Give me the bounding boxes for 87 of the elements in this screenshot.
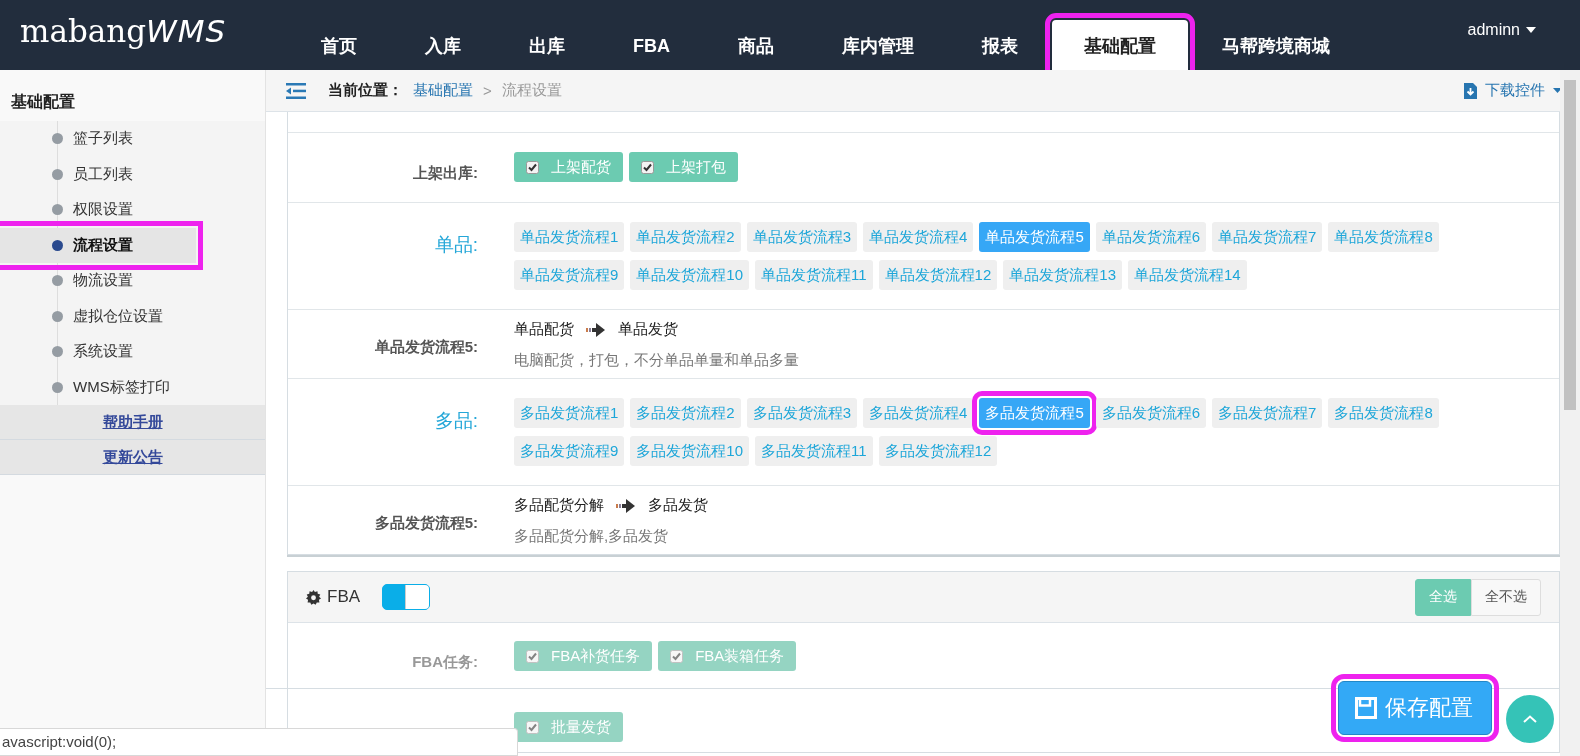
status-bar-url: avascript:void(0); — [0, 728, 518, 756]
flow-option[interactable]: 单品发货流程1 — [514, 222, 625, 252]
flow-description: 多品配货分解,多品发货 — [514, 527, 670, 546]
row-label: 多品发货流程5: — [373, 513, 478, 533]
select-button[interactable]: 全选 — [1415, 578, 1471, 616]
caret-icon — [1526, 27, 1536, 33]
sidebar-item[interactable]: 物流设置 — [0, 263, 265, 299]
flow-option[interactable]: 单品发货流程14 — [1128, 260, 1247, 290]
flow-option[interactable]: 多品发货流程7 — [1212, 398, 1323, 428]
checkbox-option[interactable]: FBA装箱任务 — [658, 641, 797, 671]
checkbox-option[interactable]: 批量发货 — [514, 712, 623, 742]
checkbox[interactable] — [641, 160, 654, 174]
caret-icon — [1553, 88, 1562, 93]
gear-icon — [306, 589, 321, 605]
flow-option[interactable]: 多品发货流程10 — [630, 436, 750, 466]
sidebar-item[interactable]: 篮子列表 — [0, 121, 265, 157]
sidebar-item[interactable]: WMS标签打印 — [0, 369, 265, 405]
flow-option[interactable]: 多品发货流程3 — [746, 398, 858, 428]
checkbox-option[interactable]: FBA补货任务 — [514, 641, 653, 671]
flow-step: 单品配货 — [514, 320, 574, 339]
toggle-switch[interactable] — [382, 584, 431, 610]
flow-option[interactable]: 单品发货流程2 — [630, 222, 741, 252]
checkbox[interactable] — [526, 720, 539, 734]
flow-option[interactable]: 单品发货流程13 — [1003, 260, 1122, 290]
flow-option[interactable]: 单品发货流程11 — [755, 260, 873, 290]
row-label: FBA任务: — [411, 652, 478, 672]
flow-option[interactable]: 单品发货流程10 — [630, 260, 750, 290]
chevron-up-icon — [1523, 715, 1537, 723]
breadcrumb-label: 当前位置： — [328, 81, 403, 100]
flow-option[interactable]: 单品发货流程4 — [863, 222, 974, 252]
sidebar-item[interactable]: 员工列表 — [0, 156, 265, 192]
flow-option[interactable]: 单品发货流程3 — [746, 222, 858, 252]
row-label: 上架出库: — [412, 163, 478, 183]
row-label: 单品发货流程5: — [373, 337, 478, 357]
flow-option[interactable]: 多品发货流程11 — [755, 436, 873, 466]
sidebar-item[interactable]: 权限设置 — [0, 192, 265, 228]
flow-option[interactable]: 单品发货流程12 — [878, 260, 998, 290]
arrow-right-icon — [586, 322, 606, 337]
flow-step: 多品配货分解 — [514, 496, 604, 515]
checkbox[interactable] — [526, 160, 539, 174]
flow-option[interactable]: 多品发货流程12 — [878, 436, 998, 466]
nav-tab[interactable]: 马帮跨境商城 — [1188, 20, 1364, 70]
flow-option[interactable]: 多品发货流程1 — [514, 398, 625, 428]
nav-tab[interactable]: 报表 — [948, 20, 1052, 70]
flow-step: 多品发货 — [648, 496, 708, 515]
arrow-right-icon — [616, 498, 636, 513]
row-label: 多品: — [433, 409, 478, 433]
app-logo: mabangWMS — [19, 13, 228, 49]
flow-option[interactable]: 单品发货流程6 — [1095, 222, 1207, 252]
file-download-icon — [1464, 82, 1477, 99]
checkbox-option[interactable]: 上架打包 — [629, 152, 738, 182]
flow-option[interactable]: 单品发货流程7 — [1212, 222, 1323, 252]
sidebar-title: 基础配置 — [10, 92, 76, 112]
user-menu[interactable]: adminn — [1467, 21, 1536, 39]
nav-tab[interactable]: 出库 — [495, 20, 599, 70]
panel-title: FBA — [327, 587, 361, 607]
checkbox[interactable] — [526, 649, 539, 663]
checkbox-option[interactable]: 上架配货 — [514, 152, 623, 182]
flow-option[interactable]: 多品发货流程9 — [514, 436, 625, 466]
breadcrumb-current: 流程设置 — [501, 81, 562, 100]
flow-option[interactable]: 单品发货流程9 — [514, 260, 625, 290]
breadcrumb-separator: > — [483, 82, 492, 99]
nav-tab[interactable]: 商品 — [704, 20, 808, 70]
flow-option[interactable]: 单品发货流程5 — [979, 222, 1090, 252]
nav-tab[interactable]: 首页 — [287, 20, 391, 70]
nav-tab[interactable]: 入库 — [391, 20, 495, 70]
sidebar-link[interactable]: 帮助手册 — [102, 412, 163, 432]
flow-option[interactable]: 单品发货流程8 — [1328, 222, 1439, 252]
flow-option[interactable]: 多品发货流程2 — [630, 398, 741, 428]
download-menu[interactable]: 下载控件 — [1464, 81, 1562, 100]
nav-tab[interactable]: 库内管理 — [808, 20, 948, 70]
menu-collapse-icon[interactable] — [286, 82, 306, 99]
flow-step: 单品发货 — [618, 320, 678, 339]
nav-tab[interactable]: FBA — [599, 20, 704, 70]
flow-option[interactable]: 多品发货流程4 — [863, 398, 974, 428]
scrollbar[interactable] — [1560, 70, 1580, 756]
select-button[interactable]: 全不选 — [1471, 578, 1541, 616]
sidebar-item[interactable]: 虚拟仓位设置 — [0, 298, 265, 334]
checkbox[interactable] — [670, 649, 684, 663]
row-label: 单品: — [433, 233, 478, 257]
breadcrumb-link[interactable]: 基础配置 — [413, 81, 473, 100]
flow-option[interactable]: 多品发货流程8 — [1328, 398, 1439, 428]
flow-description: 电脑配货，打包，不分单品单量和单品多量 — [514, 351, 799, 370]
flow-option[interactable]: 多品发货流程6 — [1095, 398, 1207, 428]
back-to-top-button[interactable] — [1506, 695, 1554, 743]
sidebar-link[interactable]: 更新公告 — [102, 447, 163, 467]
sidebar-item[interactable]: 系统设置 — [0, 334, 265, 370]
